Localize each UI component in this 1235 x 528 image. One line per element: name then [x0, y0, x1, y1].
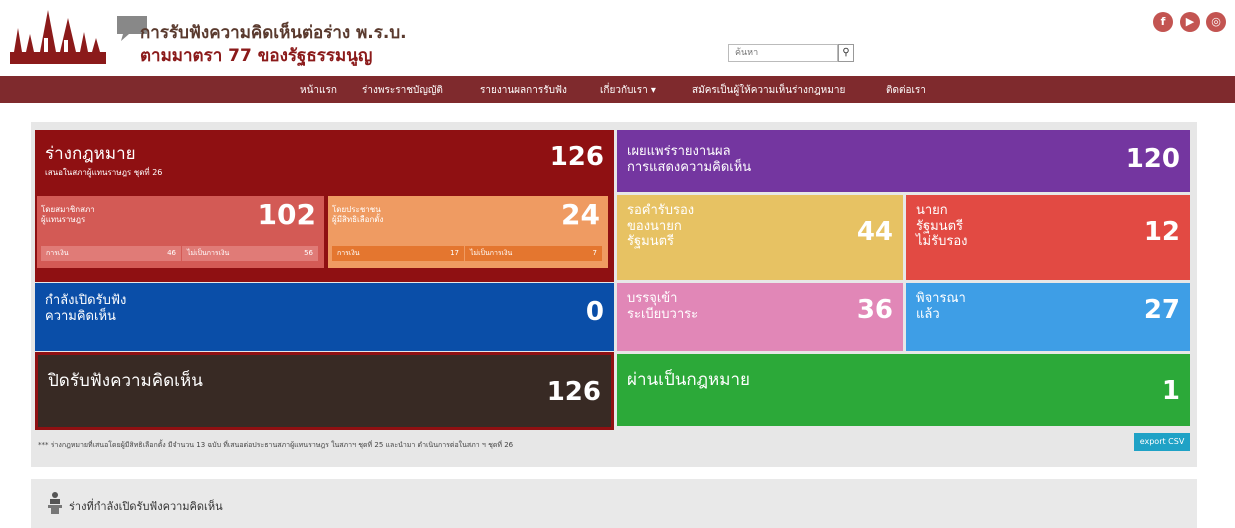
nav-register[interactable]: สมัครเป็นผู้ให้ความเห็นร่างกฎหมาย — [692, 83, 845, 98]
site-header: การรับฟังความคิดเห็นต่อร่าง พ.ร.บ. ตามมา… — [0, 0, 1235, 72]
passed-label: ผ่านเป็นกฎหมาย — [627, 370, 750, 390]
by-people-nonfinance[interactable]: ไม่เป็นการเงิน 7 — [465, 246, 602, 261]
by-mp-tile[interactable]: โดยสมาชิกสภา ผู้แทนราษฎร 102 การเงิน 46 ไม… — [37, 196, 324, 268]
draft-laws-label: ร่างกฎหมาย — [45, 144, 136, 164]
nav-home[interactable]: หน้าแรก — [300, 83, 337, 98]
published-label: เผยแพร่รายงานผล การแสดงความคิดเห็น — [627, 144, 752, 175]
speaker-podium-icon — [48, 492, 62, 514]
pm-rejected-label: นายก รัฐมนตรี ไม่รับรอง — [916, 203, 968, 250]
awaiting-pm-tile[interactable]: รอคำรับรอง ของนายก รัฐมนตรี 44 — [617, 195, 903, 280]
open-hearing-tile[interactable]: กำลังเปิดรับฟัง ความคิดเห็น 0 — [35, 283, 614, 351]
open-drafts-section: ร่างที่กำลังเปิดรับฟังความคิดเห็น — [31, 479, 1197, 528]
draft-laws-tile[interactable]: ร่างกฎหมาย เสนอในสภาผู้แทนราษฎร ชุดที่ 2… — [35, 130, 614, 282]
considered-count: 27 — [1143, 295, 1180, 325]
open-hearing-count: 0 — [585, 297, 604, 327]
site-title-line2[interactable]: ตามมาตรา 77 ของรัฐธรรมนูญ — [140, 42, 372, 69]
by-people-finance[interactable]: การเงิน 17 — [332, 246, 464, 261]
on-agenda-count: 36 — [856, 295, 893, 325]
youtube-icon[interactable]: ▶ — [1180, 12, 1200, 32]
nav-about-dropdown[interactable]: เกี่ยวกับเรา ▾ — [600, 83, 656, 98]
nav-drafts[interactable]: ร่างพระราชบัญญัติ — [362, 83, 443, 98]
search-icon: ⚲ — [842, 47, 850, 58]
parliament-channel-icon[interactable]: ◎ — [1206, 12, 1226, 32]
pm-rejected-tile[interactable]: นายก รัฐมนตรี ไม่รับรอง 12 — [906, 195, 1190, 280]
nav-reports[interactable]: รายงานผลการรับฟัง — [480, 83, 567, 98]
closed-hearing-count: 126 — [546, 377, 601, 407]
pm-rejected-count: 12 — [1143, 217, 1180, 247]
closed-hearing-label: ปิดรับฟังความคิดเห็น — [48, 371, 203, 391]
draft-laws-sublabel: เสนอในสภาผู้แทนราษฎร ชุดที่ 26 — [45, 168, 163, 177]
considered-label: พิจารณา แล้ว — [916, 291, 966, 322]
nav-contact[interactable]: ติดต่อเรา — [886, 83, 926, 98]
export-csv-button[interactable]: export CSV — [1134, 433, 1190, 451]
passed-law-tile[interactable]: ผ่านเป็นกฎหมาย 1 — [617, 354, 1190, 426]
awaiting-pm-label: รอคำรับรอง ของนายก รัฐมนตรี — [627, 203, 695, 250]
by-mp-finance[interactable]: การเงิน 46 — [41, 246, 181, 261]
on-agenda-label: บรรจุเข้า ระเบียบวาระ — [627, 291, 699, 322]
by-people-label: โดยประชาชน ผู้มีสิทธิเลือกตั้ง — [332, 205, 384, 224]
draft-laws-count: 126 — [549, 142, 604, 172]
by-people-tile[interactable]: โดยประชาชน ผู้มีสิทธิเลือกตั้ง 24 การเงิน… — [328, 196, 608, 268]
by-mp-label: โดยสมาชิกสภา ผู้แทนราษฎร — [41, 205, 95, 224]
open-drafts-title: ร่างที่กำลังเปิดรับฟังความคิดเห็น — [69, 500, 223, 513]
parliament-logo[interactable] — [8, 8, 108, 66]
footnote: *** ร่างกฎหมายที่เสนอโดยผู้มีสิทธิเลือกต… — [38, 441, 514, 449]
on-agenda-tile[interactable]: บรรจุเข้า ระเบียบวาระ 36 — [617, 283, 903, 351]
open-hearing-label: กำลังเปิดรับฟัง ความคิดเห็น — [45, 293, 127, 324]
facebook-icon[interactable]: f — [1153, 12, 1173, 32]
by-mp-count: 102 — [257, 198, 316, 231]
search-button[interactable]: ⚲ — [838, 44, 854, 62]
search-input[interactable] — [728, 44, 838, 62]
main-navbar: หน้าแรก ร่างพระราชบัญญัติ รายงานผลการรับ… — [0, 76, 1235, 103]
awaiting-pm-count: 44 — [856, 217, 893, 247]
published-reports-tile[interactable]: เผยแพร่รายงานผล การแสดงความคิดเห็น 120 — [617, 130, 1190, 192]
passed-count: 1 — [1161, 376, 1180, 406]
considered-tile[interactable]: พิจารณา แล้ว 27 — [906, 283, 1190, 351]
published-count: 120 — [1125, 144, 1180, 174]
closed-hearing-tile[interactable]: ปิดรับฟังความคิดเห็น 126 — [35, 352, 614, 430]
by-people-count: 24 — [561, 198, 600, 231]
by-mp-nonfinance[interactable]: ไม่เป็นการเงิน 56 — [182, 246, 318, 261]
